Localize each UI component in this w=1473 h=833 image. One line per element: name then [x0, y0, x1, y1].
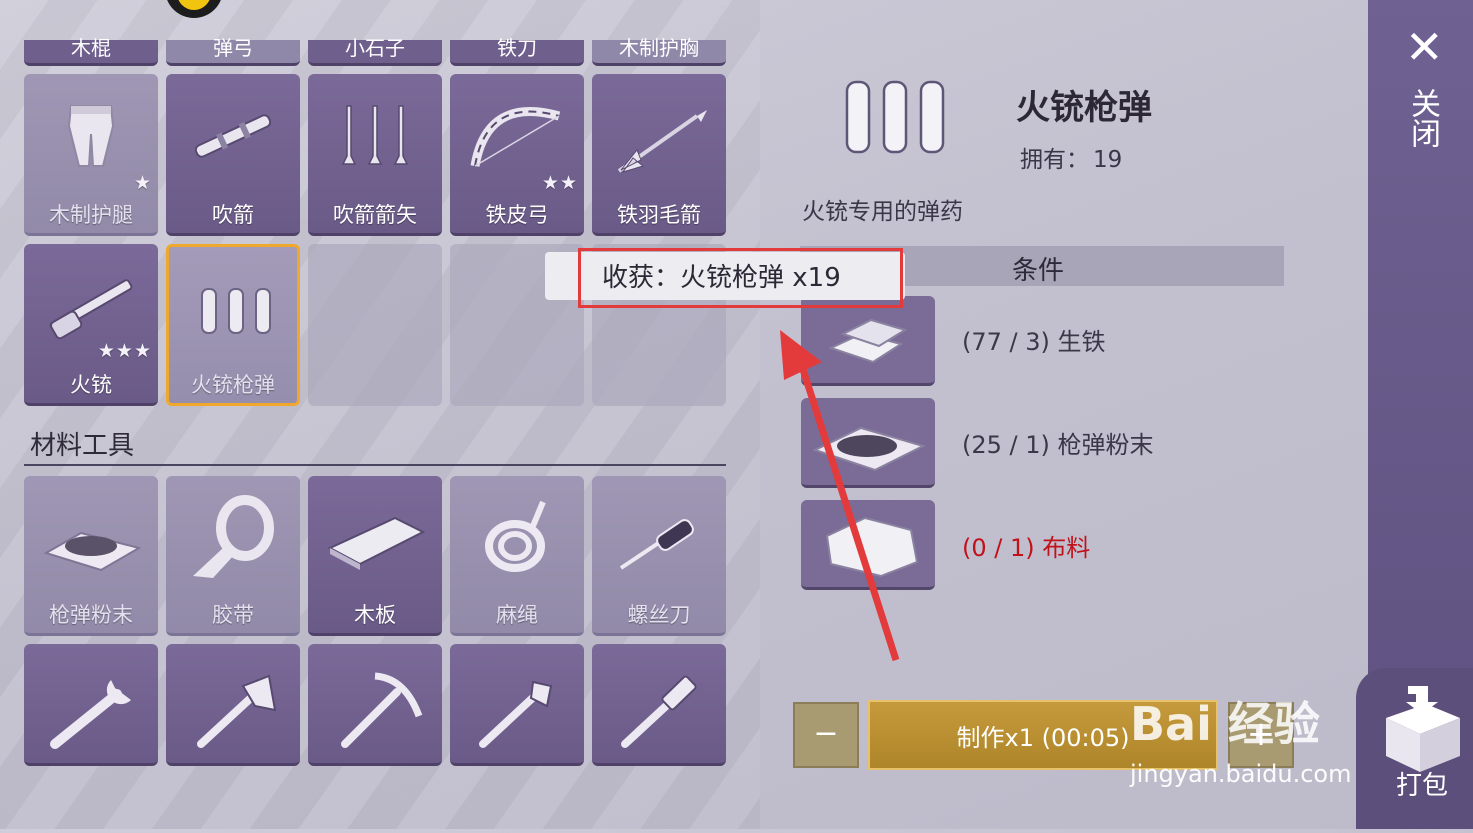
- recipe-tile-hemp-rope[interactable]: 麻绳: [450, 476, 584, 636]
- tile-label: 铁皮弓: [485, 203, 549, 227]
- requirement-text-missing: (0 / 1) 布料: [962, 534, 1091, 562]
- recipe-tile-iron-knife[interactable]: 铁刀: [450, 36, 584, 66]
- rarity-stars: ★★★: [97, 340, 152, 362]
- minus-label: −: [813, 716, 839, 751]
- tile-label: 木制护腿: [49, 203, 133, 227]
- recipe-tile-wood-chestplate[interactable]: 木制护胸: [592, 36, 726, 66]
- screwdriver-icon: [619, 519, 694, 570]
- recipe-tile-musket[interactable]: ★★★ 火铳: [24, 244, 158, 406]
- recipe-tile-tape[interactable]: 胶带: [166, 476, 300, 636]
- recipe-tile-musket-ammo[interactable]: 火铳枪弹: [166, 244, 300, 406]
- tile-label: 木板: [354, 603, 396, 627]
- hatchet-icon: [479, 680, 553, 748]
- requirement-text: (25 / 1) 枪弹粉末: [962, 431, 1154, 459]
- recipe-tile-axe[interactable]: [166, 644, 300, 766]
- tile-label: 小石子: [345, 36, 405, 60]
- recipe-tile-blowgun-darts[interactable]: 吹箭箭矢: [308, 74, 442, 236]
- requirement-text: (77 / 3) 生铁: [962, 328, 1106, 356]
- recipe-tile-hammer[interactable]: [592, 644, 726, 766]
- annotation-highlight-box: [578, 248, 903, 308]
- owned-value: 19: [1093, 147, 1123, 173]
- item-description: 火铳专用的弹药: [802, 199, 963, 225]
- watermark-brand: Bai 经验: [1130, 697, 1320, 751]
- recipe-tile-wood-leggings[interactable]: ★ 木制护腿: [24, 74, 158, 236]
- tile-label: 铁羽毛箭: [617, 203, 701, 227]
- recipe-tile-gunpowder[interactable]: 枪弹粉末: [24, 476, 158, 636]
- tile-label: 吹箭: [212, 203, 254, 227]
- decrease-quantity-button[interactable]: −: [793, 702, 859, 768]
- tile-label: 铁刀: [497, 36, 537, 60]
- tile-label: 螺丝刀: [627, 603, 691, 627]
- owned-count: 拥有： 19: [1016, 140, 1122, 174]
- rarity-stars: ★★: [541, 172, 578, 194]
- tile-label: 胶带: [212, 603, 254, 627]
- watermark-url: jingyan.baidu.com: [1130, 760, 1352, 788]
- section-title: 材料工具: [30, 431, 135, 461]
- plank-icon: [327, 516, 425, 570]
- tile-label: 枪弹粉末: [49, 603, 133, 627]
- recipe-tile-wood-plank[interactable]: 木板: [308, 476, 442, 636]
- pickaxe-icon: [341, 672, 423, 748]
- bullets-icon: [201, 288, 271, 334]
- bullets-icon: [845, 80, 945, 154]
- recipe-tile-wrench[interactable]: [24, 644, 158, 766]
- tile-label: 火铳枪弹: [191, 373, 275, 397]
- tile-label: 木制护胸: [619, 36, 699, 60]
- close-label[interactable]: 关闭: [1405, 88, 1444, 148]
- owned-label: 拥有：: [1020, 147, 1089, 173]
- item-title: 火铳枪弹: [1016, 88, 1152, 128]
- tile-label: 吹箭箭矢: [333, 203, 417, 227]
- recipe-tile-screwdriver[interactable]: 螺丝刀: [592, 476, 726, 636]
- baidu-watermark: Bai 经验 jingyan.baidu.com: [1130, 680, 1390, 800]
- recipe-tile-slingshot[interactable]: 弹弓: [166, 36, 300, 66]
- tape-icon: [193, 495, 274, 578]
- tile-label: 麻绳: [496, 603, 538, 627]
- recipe-tile-hatchet[interactable]: [450, 644, 584, 766]
- rarity-stars: ★: [133, 172, 152, 194]
- recipe-tile-pickaxe[interactable]: [308, 644, 442, 766]
- darts-icon: [341, 105, 409, 165]
- bow-icon: [470, 107, 561, 167]
- recipe-tile-wood-stick[interactable]: 木棍: [24, 36, 158, 66]
- hammer-icon: [621, 675, 697, 748]
- gunpowder-icon: [43, 531, 141, 572]
- section-divider: [24, 464, 726, 466]
- arrow-icon: [617, 110, 707, 173]
- leggings-icon: [67, 105, 115, 167]
- tile-label: 木棍: [71, 36, 111, 60]
- annotation-arrow: [780, 330, 900, 662]
- recipe-tile-iron-bow[interactable]: ★★ 铁皮弓: [450, 74, 584, 236]
- rope-icon: [485, 500, 546, 572]
- blowgun-icon: [194, 114, 272, 158]
- recipe-tile-iron-feather-arrow[interactable]: 铁羽毛箭: [592, 74, 726, 236]
- wrench-icon: [50, 680, 131, 749]
- pack-label[interactable]: 打包: [1396, 765, 1448, 802]
- recipe-tile-blowgun[interactable]: 吹箭: [166, 74, 300, 236]
- tile-label: 火铳: [70, 373, 112, 397]
- recipe-tile-pebble[interactable]: 小石子: [308, 36, 442, 66]
- tile-label: 弹弓: [213, 36, 253, 60]
- empty-slot: [308, 244, 442, 406]
- close-icon[interactable]: ✕: [1405, 24, 1444, 70]
- axe-icon: [197, 674, 277, 748]
- conditions-label: 条件: [1012, 256, 1065, 286]
